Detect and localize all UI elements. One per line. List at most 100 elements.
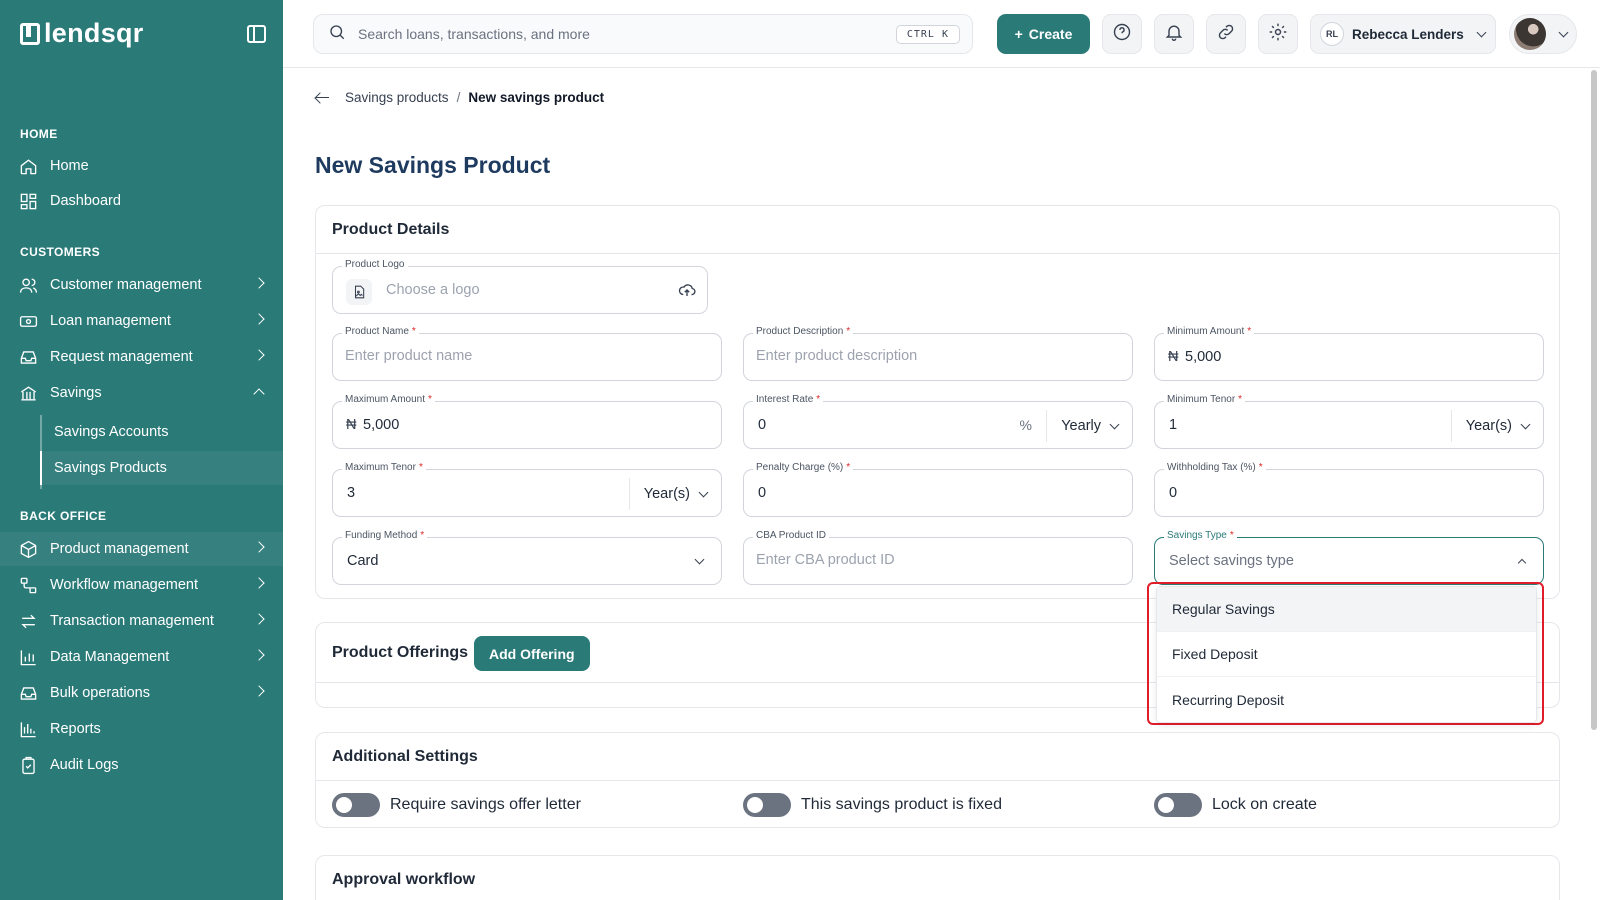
savings-type-option-recurring[interactable]: Recurring Deposit [1157,677,1536,722]
breadcrumb-parent-link[interactable]: Savings products [345,90,449,105]
sidebar-collapse-icon[interactable] [247,25,266,43]
upload-cloud-icon[interactable] [678,281,696,304]
required-mark: * [420,530,425,541]
chevron-right-icon [253,613,265,625]
cba-product-id-label: CBA Product ID [756,530,827,541]
notifications-button[interactable] [1154,14,1194,54]
clipboard-icon [18,755,38,775]
chart-icon [18,647,38,667]
cba-product-id-input[interactable] [756,552,1067,568]
interest-rate-value[interactable]: 0 [758,417,766,433]
logo-mark-icon [20,22,40,45]
sidebar-item-label: Reports [50,721,101,737]
search-input[interactable] [358,26,868,42]
maximum-tenor-unit-select[interactable]: Year(s) [628,478,721,510]
sidebar-item-label: Request management [50,349,193,365]
product-logo-label: Product Logo [342,259,408,270]
sidebar-item-bulk-operations[interactable]: Bulk operations [0,676,283,710]
interest-rate-field[interactable]: Interest Rate * 0 % Yearly [743,394,1133,449]
back-arrow-icon[interactable] [315,91,333,105]
sidebar-item-label: Product management [50,541,189,557]
savings-type-option-fixed[interactable]: Fixed Deposit [1157,632,1536,677]
sidebar-item-label: Loan management [50,313,171,329]
product-name-input[interactable] [345,348,656,364]
funding-method-select[interactable]: Funding Method * Card [332,530,722,585]
minimum-amount-value[interactable]: 5,000 [1185,349,1221,365]
penalty-charge-value[interactable]: 0 [758,485,766,501]
sidebar-item-data-management[interactable]: Data Management [0,640,283,674]
sidebar-item-savings[interactable]: Savings [0,376,283,410]
brand-logo[interactable]: lendsqr [20,18,144,49]
sidebar-item-dashboard[interactable]: Dashboard [0,184,283,218]
bell-icon [1164,22,1184,47]
product-name-field[interactable]: Product Name * [332,326,722,381]
minimum-tenor-field[interactable]: Minimum Tenor * 1 Year(s) [1154,394,1544,449]
savings-type-select[interactable]: Savings Type * Select savings type [1154,530,1544,585]
maximum-tenor-field[interactable]: Maximum Tenor * 3 Year(s) [332,462,722,517]
interest-period-select[interactable]: Yearly [1046,410,1132,442]
sidebar-item-audit-logs[interactable]: Audit Logs [0,748,283,782]
product-logo-upload[interactable]: Product Logo Choose a logo [332,259,708,314]
sidebar-item-product-management[interactable]: Product management [0,532,283,566]
required-mark: * [816,394,821,405]
profile-menu-button[interactable] [1509,14,1577,54]
sidebar-item-workflow-management[interactable]: Workflow management [0,568,283,602]
minimum-amount-field[interactable]: Minimum Amount * ₦ 5,000 [1154,326,1544,381]
breadcrumb-separator: / [456,90,461,105]
workflow-icon [18,575,38,595]
minimum-tenor-value[interactable]: 1 [1169,417,1177,433]
settings-button[interactable] [1258,14,1298,54]
create-button-label: Create [1028,26,1073,42]
loan-icon [18,311,38,331]
sidebar-item-home[interactable]: Home [0,149,283,183]
help-button[interactable] [1102,14,1142,54]
sidebar-item-loan-management[interactable]: Loan management [0,304,283,338]
sidebar-item-reports[interactable]: Reports [0,712,283,746]
penalty-charge-field[interactable]: Penalty Charge (%) * 0 [743,462,1133,517]
product-description-label: Product Description [756,326,844,337]
product-description-field[interactable]: Product Description * [743,326,1133,381]
sidebar-subitem-savings-products[interactable]: Savings Products [40,451,283,485]
cba-product-id-field[interactable]: CBA Product ID [743,530,1133,585]
maximum-amount-field[interactable]: Maximum Amount * ₦ 5,000 [332,394,722,449]
add-offering-button[interactable]: Add Offering [474,636,590,671]
dashboard-icon [18,191,38,211]
required-mark: * [1247,326,1252,337]
maximum-amount-value[interactable]: 5,000 [363,417,399,433]
product-description-input[interactable] [756,348,1067,364]
lock-on-create-setting: Lock on create [1154,793,1317,817]
sidebar-item-transaction-management[interactable]: Transaction management [0,604,283,638]
search-bar[interactable]: CTRL K [313,14,973,54]
links-button[interactable] [1206,14,1246,54]
required-mark: * [428,394,432,405]
withholding-tax-value[interactable]: 0 [1169,485,1177,501]
sidebar: lendsqr HOME Home Dashboard CUSTOMERS Cu… [0,0,283,900]
lock-on-create-toggle[interactable] [1154,793,1202,817]
funding-method-value: Card [347,553,379,569]
savings-type-option-regular[interactable]: Regular Savings [1157,587,1536,632]
maximum-amount-label: Maximum Amount [345,394,426,405]
required-mark: * [846,462,851,473]
maximum-tenor-value[interactable]: 3 [347,485,355,501]
chevron-right-icon [253,649,265,661]
sidebar-item-customer-management[interactable]: Customer management [0,268,283,302]
inbox-icon [18,347,38,367]
maximum-tenor-unit: Year(s) [643,486,690,502]
fixed-product-setting: This savings product is fixed [743,793,1002,817]
withholding-tax-field[interactable]: Withholding Tax (%) * 0 [1154,462,1544,517]
minimum-tenor-unit-select[interactable]: Year(s) [1450,410,1543,442]
fixed-product-toggle[interactable] [743,793,791,817]
sidebar-item-request-management[interactable]: Request management [0,340,283,374]
chevron-up-icon [253,388,265,400]
offer-letter-toggle[interactable] [332,793,380,817]
page-scrollbar[interactable] [1591,70,1597,730]
organization-switcher[interactable]: RL Rebecca Lenders [1310,14,1496,54]
create-button[interactable]: + Create [997,14,1090,54]
product-details-card: Product Details Product Logo Choose a lo… [315,205,1560,599]
chevron-down-icon [1558,27,1569,37]
interest-period-value: Yearly [1061,418,1101,434]
users-icon [18,275,38,295]
approval-workflow-card: Approval workflow [315,855,1560,900]
required-mark: * [846,326,851,337]
sidebar-subitem-savings-accounts[interactable]: Savings Accounts [40,415,283,449]
